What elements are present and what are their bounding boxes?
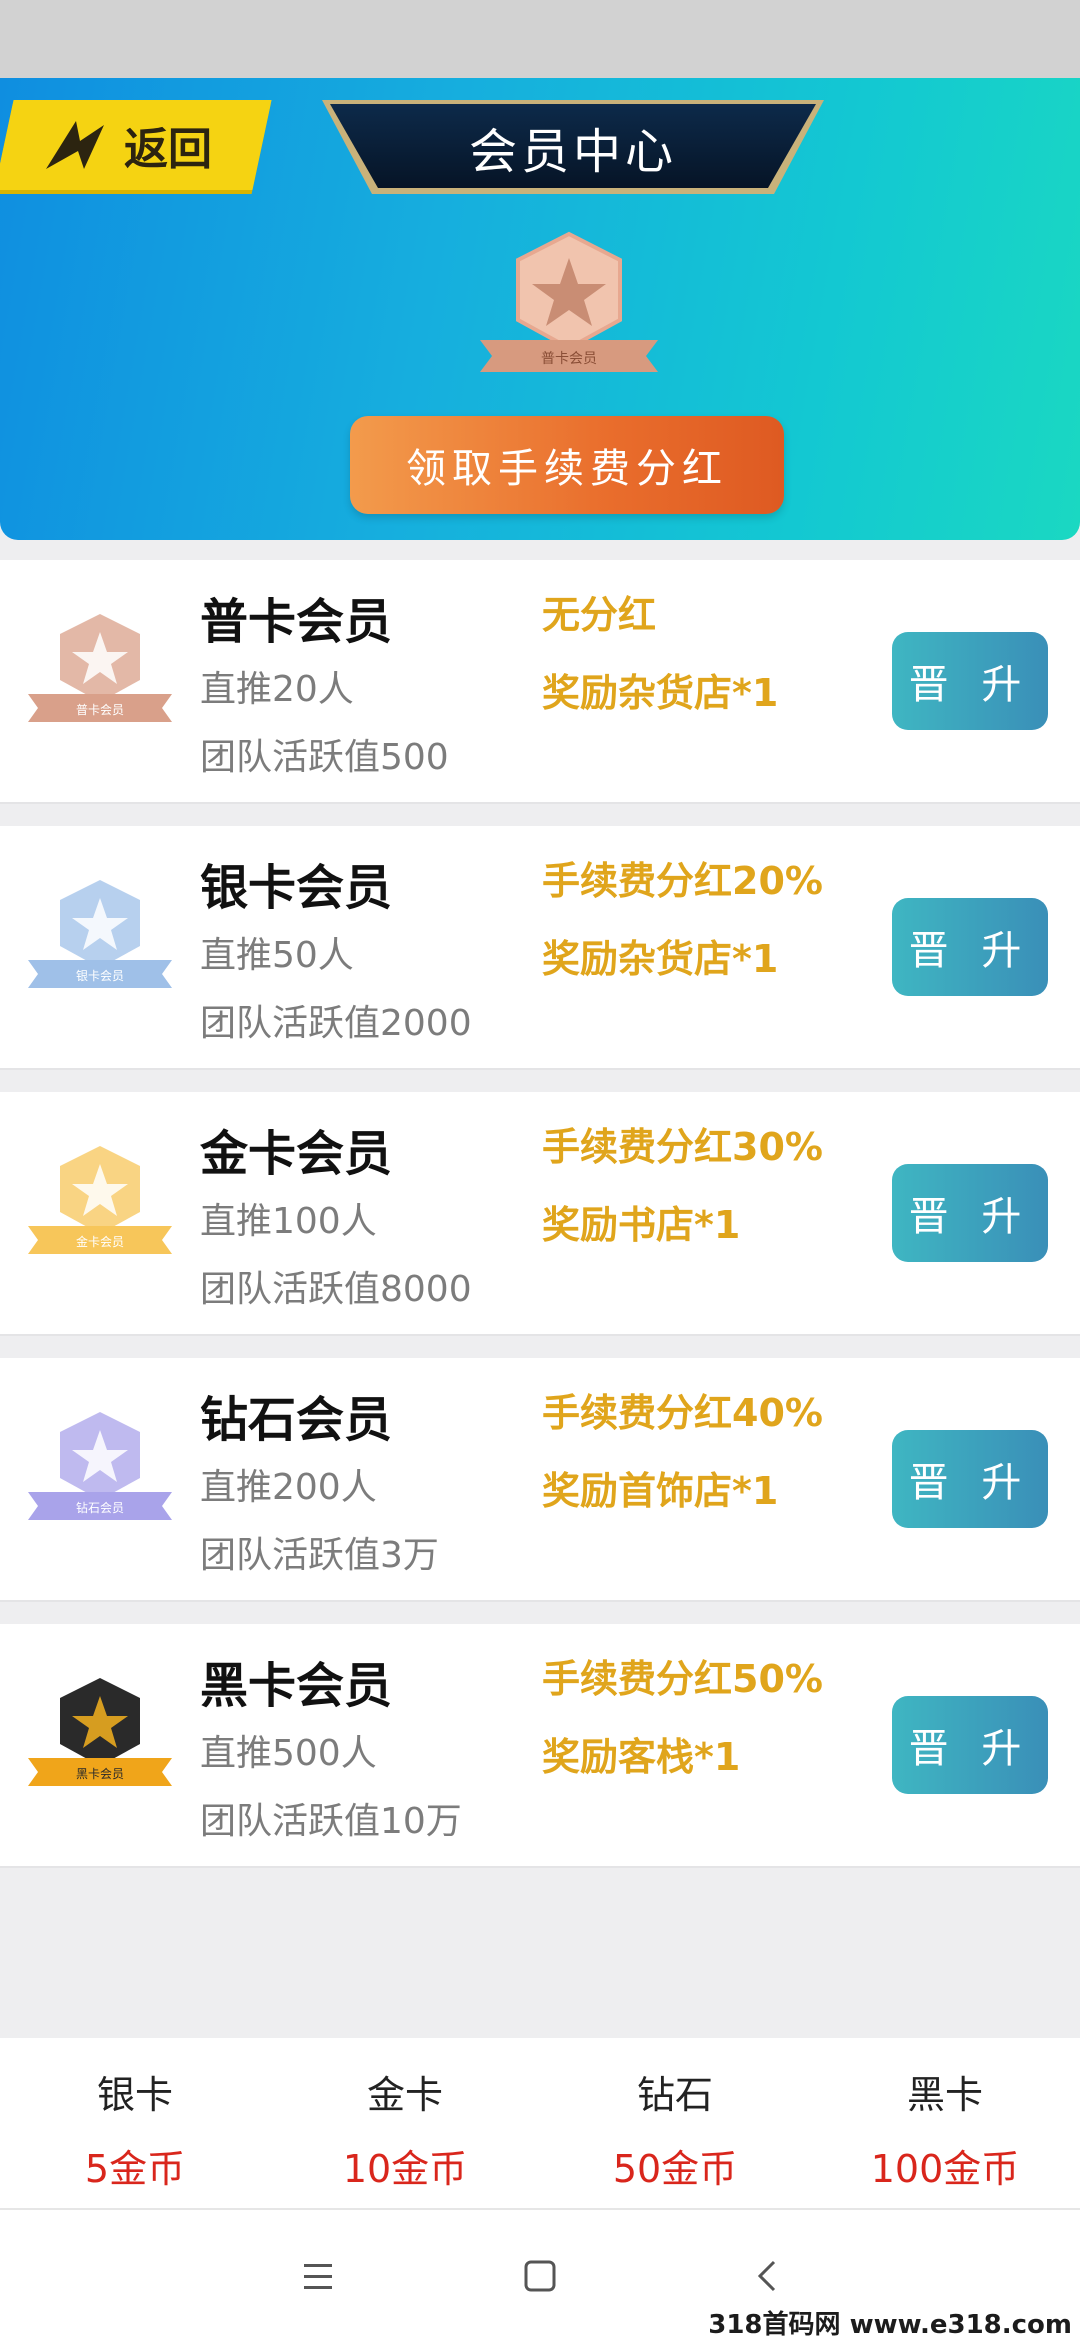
tier-direct-requirement: 直推20人	[200, 669, 354, 710]
tier-badge-icon: 黑卡会员	[28, 1678, 172, 1786]
back-chevron-icon[interactable]	[740, 2248, 796, 2304]
hero-badge-label: 普卡会员	[541, 351, 597, 367]
price-amount: 100金币	[870, 2147, 1020, 2191]
tier-team-requirement: 团队活跃值500	[200, 737, 449, 778]
price-gold[interactable]: 金卡 10金币	[270, 2038, 540, 2210]
upgrade-button[interactable]: 晋 升	[892, 1430, 1048, 1528]
tier-direct-requirement: 直推100人	[200, 1201, 377, 1242]
tier-card: 黑卡会员 黑卡会员 直推500人 团队活跃值10万 手续费分红50% 奖励客栈*1 晋 升	[0, 1624, 1080, 1868]
watermark: 318首码网 www.e318.com	[704, 2304, 1076, 2340]
back-label: 返回	[124, 124, 212, 175]
tier-card: 钻石会员 钻石会员 直推200人 团队活跃值3万 手续费分红40% 奖励首饰店*1 晋 升	[0, 1358, 1080, 1602]
tier-name: 钻石会员	[200, 1392, 393, 1448]
price-silver[interactable]: 银卡 5金币	[0, 2038, 270, 2210]
hero-header: 返回 会员中心 普卡会员 领取手续费分红	[0, 78, 1080, 540]
tier-card: 金卡会员 金卡会员 直推100人 团队活跃值8000 手续费分红30% 奖励书店*1 晋 升	[0, 1092, 1080, 1336]
tier-card: 普卡会员 普卡会员 直推20人 团队活跃值500 无分红 奖励杂货店*1 晋 升	[0, 560, 1080, 804]
tier-name: 金卡会员	[200, 1126, 393, 1182]
tier-badge-icon: 金卡会员	[28, 1146, 172, 1254]
tier-badge-label: 金卡会员	[76, 1234, 124, 1249]
upgrade-button[interactable]: 晋 升	[892, 1164, 1048, 1262]
price-diamond[interactable]: 钻石 50金币	[540, 2038, 810, 2210]
tier-dividend: 手续费分红30%	[542, 1125, 823, 1169]
tier-badge-label: 银卡会员	[76, 969, 124, 983]
tier-direct-requirement: 直推200人	[200, 1467, 377, 1508]
tier-team-requirement: 团队活跃值3万	[200, 1535, 439, 1576]
back-button[interactable]: 返回	[0, 100, 272, 190]
tier-name: 黑卡会员	[200, 1658, 393, 1714]
price-name: 钻石	[636, 2073, 713, 2117]
price-amount: 5金币	[84, 2147, 186, 2191]
tier-card: 银卡会员 银卡会员 直推50人 团队活跃值2000 手续费分红20% 奖励杂货店*1 晋 升	[0, 826, 1080, 1070]
claim-dividend-button[interactable]: 领取手续费分红	[350, 416, 784, 514]
price-bar: 银卡 5金币 金卡 10金币 钻石 50金币 黑卡 100金币	[0, 2038, 1080, 2210]
price-name: 银卡	[96, 2073, 173, 2117]
upgrade-button[interactable]: 晋 升	[892, 898, 1048, 996]
tier-direct-requirement: 直推500人	[200, 1733, 377, 1774]
price-amount: 10金币	[342, 2147, 468, 2191]
current-member-badge: 普卡会员	[480, 231, 658, 372]
upgrade-button[interactable]: 晋 升	[892, 632, 1048, 730]
tier-team-requirement: 团队活跃值2000	[200, 1003, 472, 1044]
upgrade-button[interactable]: 晋 升	[892, 1696, 1048, 1794]
tier-dividend: 手续费分红40%	[542, 1391, 823, 1435]
tier-badge-icon: 银卡会员	[28, 880, 172, 988]
tier-name: 银卡会员	[200, 860, 393, 916]
back-arrow-icon	[46, 121, 104, 169]
tier-dividend: 手续费分红50%	[542, 1657, 823, 1701]
price-black[interactable]: 黑卡 100金币	[810, 2038, 1080, 2210]
tier-dividend: 无分红	[542, 593, 657, 637]
tier-reward: 奖励客栈*1	[542, 1735, 741, 1779]
tier-badge-label: 黑卡会员	[76, 1767, 124, 1781]
tier-reward: 奖励书店*1	[542, 1203, 741, 1247]
price-amount: 50金币	[612, 2147, 738, 2191]
menu-icon[interactable]	[290, 2248, 346, 2304]
price-name: 黑卡	[906, 2073, 983, 2117]
title-banner: 会员中心	[320, 98, 826, 196]
tier-badge-label: 钻石会员	[76, 1500, 124, 1515]
tier-badge-icon: 普卡会员	[28, 614, 172, 722]
tier-badge-icon: 钻石会员	[28, 1412, 172, 1520]
price-name: 金卡	[366, 2073, 443, 2117]
tier-direct-requirement: 直推50人	[200, 935, 354, 976]
page-title: 会员中心	[468, 124, 677, 180]
tier-reward: 奖励杂货店*1	[542, 937, 779, 981]
tier-team-requirement: 团队活跃值8000	[200, 1269, 472, 1310]
home-square-icon[interactable]	[512, 2248, 568, 2304]
tier-team-requirement: 团队活跃值10万	[200, 1801, 462, 1842]
tier-name: 普卡会员	[200, 594, 393, 650]
status-bar	[0, 0, 1080, 78]
tier-dividend: 手续费分红20%	[542, 859, 823, 903]
tier-badge-label: 普卡会员	[76, 703, 124, 717]
tier-reward: 奖励首饰店*1	[542, 1469, 779, 1513]
tier-reward: 奖励杂货店*1	[542, 671, 779, 715]
